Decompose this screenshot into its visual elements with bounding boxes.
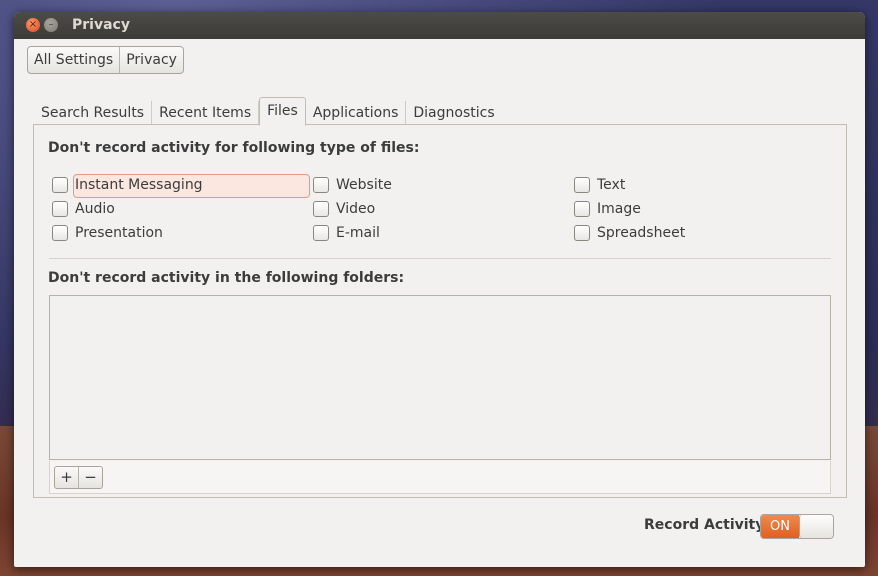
checkbox-label: Text [597,177,626,193]
checkbox-video[interactable]: Video [313,199,375,219]
checkbox-label: Presentation [75,225,163,241]
file-types-heading: Don't record activity for following type… [48,140,420,156]
tab-files[interactable]: Files [259,97,306,126]
window-title: Privacy [72,17,130,33]
checkbox-image[interactable]: Image [574,199,641,219]
checkbox-spreadsheet[interactable]: Spreadsheet [574,223,685,243]
tab-bar: Search Results Recent Items Files Applic… [34,97,502,126]
checkbox-label: Image [597,201,641,217]
breadcrumb-all-settings[interactable]: All Settings [28,47,119,73]
tab-diagnostics[interactable]: Diagnostics [406,101,501,125]
checkbox-box[interactable] [52,225,68,241]
folders-heading: Don't record activity in the following f… [48,270,405,286]
checkbox-audio[interactable]: Audio [52,199,115,219]
checkbox-label: E-mail [336,225,380,241]
breadcrumb: All Settings Privacy [27,46,184,74]
title-bar: × – Privacy [14,12,865,39]
checkbox-box[interactable] [574,225,590,241]
checkbox-website[interactable]: Website [313,175,392,195]
checkbox-box[interactable] [52,201,68,217]
excluded-folders-list[interactable] [49,295,831,460]
breadcrumb-privacy[interactable]: Privacy [119,47,183,73]
add-remove-group: + − [54,466,103,489]
switch-knob[interactable] [799,515,833,538]
checkbox-label: Website [336,177,392,193]
tab-search-results[interactable]: Search Results [34,101,153,125]
close-window-button[interactable]: × [26,18,40,32]
checkbox-box[interactable] [574,201,590,217]
files-panel: Don't record activity for following type… [33,124,847,498]
section-divider [49,258,831,259]
checkbox-label: Audio [75,201,115,217]
privacy-window: × – Privacy All Settings Privacy Search … [14,12,865,567]
switch-on-label: ON [761,515,799,538]
checkbox-label: Spreadsheet [597,225,686,241]
checkbox-box[interactable] [313,201,329,217]
checkbox-text[interactable]: Text [574,175,625,195]
checkbox-box[interactable] [52,177,68,193]
checkbox-box[interactable] [313,225,329,241]
checkbox-label: Video [336,201,376,217]
checkbox-instant-messaging[interactable]: Instant Messaging [52,175,203,195]
checkbox-presentation[interactable]: Presentation [52,223,163,243]
checkbox-label: Instant Messaging [75,177,203,193]
record-activity-label: Record Activity [644,517,765,533]
checkbox-email[interactable]: E-mail [313,223,380,243]
remove-folder-button[interactable]: − [78,467,102,488]
tab-applications[interactable]: Applications [306,101,407,125]
record-activity-switch[interactable]: ON [760,514,834,539]
add-folder-button[interactable]: + [55,467,78,488]
minimize-window-button[interactable]: – [44,18,58,32]
folders-toolbar: + − [49,461,831,494]
tab-recent-items[interactable]: Recent Items [152,101,260,125]
checkbox-box[interactable] [574,177,590,193]
checkbox-box[interactable] [313,177,329,193]
